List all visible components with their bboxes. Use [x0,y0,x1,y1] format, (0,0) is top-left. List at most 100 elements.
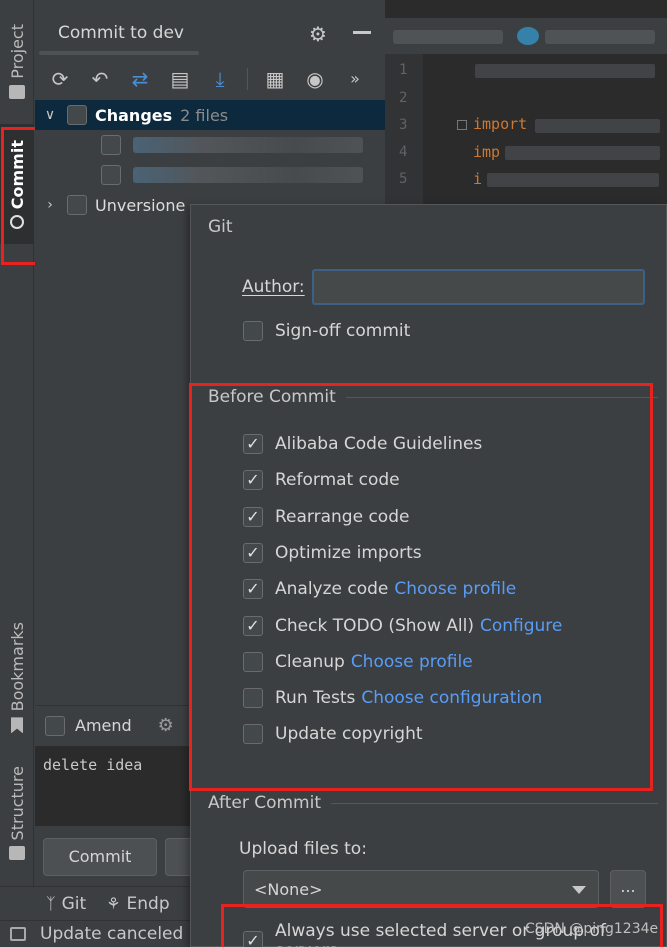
before-commit-option-label: Rearrange code [275,507,410,527]
before-commit-checkbox[interactable] [243,470,263,490]
amend-checkbox[interactable] [45,715,65,736]
line-number: 1 [399,62,408,78]
eye-icon[interactable]: ◉ [302,62,328,96]
code-redacted [535,119,660,133]
group-by-icon[interactable]: ▦ [262,62,288,96]
editor-tab-redacted[interactable] [393,30,503,44]
before-commit-option[interactable]: Check TODO (Show All) Configure [243,616,562,636]
upload-server-select[interactable]: <None> [243,870,599,908]
tool-tab-project-label: Project [7,24,27,79]
before-commit-option-label: Reformat code [275,470,400,490]
upload-selected-value: <None> [254,879,323,899]
signoff-option[interactable]: Sign-off commit [243,321,410,341]
file-name-redacted [133,137,363,153]
commit-button[interactable]: Commit [43,838,157,876]
before-commit-checkbox[interactable] [243,579,263,599]
watermark: CSDN @ping1234e [525,921,659,937]
before-commit-checkbox[interactable] [243,688,263,708]
line-number: 2 [399,90,408,106]
commit-icon [10,215,24,230]
before-commit-option-label: Update copyright [275,724,423,744]
more-icon[interactable]: » [342,62,368,96]
changed-file-row[interactable] [35,160,385,190]
code-line-4: imp [473,143,501,161]
commit-toolbar: ⟳ ↶ ⇄ ▤ ⤓ ▦ ◉ » [35,62,385,96]
before-commit-option[interactable]: Rearrange code [243,507,409,527]
before-commit-option-link[interactable]: Choose profile [351,652,473,672]
line-number: 3 [399,117,408,133]
diff-icon[interactable]: ⇄ [127,62,153,96]
rollback-icon[interactable]: ↶ [87,62,113,96]
git-tool-label: Git [61,893,87,914]
before-commit-option-link[interactable]: Choose configuration [361,688,542,708]
commit-panel-header: Commit to dev ⚙ [35,14,385,55]
tool-tab-bookmarks[interactable]: Bookmarks [0,622,34,734]
before-commit-option[interactable]: Alibaba Code Guidelines [243,434,482,454]
code-line-3: import [473,115,528,133]
editor-tab-redacted[interactable] [545,30,655,44]
unversioned-label: Unversione [95,195,186,215]
before-commit-option-label: Alibaba Code Guidelines [275,434,483,454]
author-input[interactable] [312,269,645,305]
before-commit-option[interactable]: Run Tests Choose configuration [243,688,542,708]
before-commit-section-title: Before Commit [208,387,658,407]
before-commit-option[interactable]: Update copyright [243,724,423,744]
changes-checkbox[interactable] [67,105,87,125]
after-commit-label: After Commit [208,793,322,813]
before-commit-option-link[interactable]: Configure [480,616,562,636]
before-commit-option[interactable]: Analyze codeChoose profile [243,579,516,599]
before-commit-checkbox[interactable] [243,434,263,454]
code-line-5: i [473,170,483,188]
before-commit-option[interactable]: Reformat code [243,470,400,490]
line-number: 4 [399,144,408,160]
chevron-right-icon[interactable]: › [43,197,57,213]
tool-tab-commit[interactable]: Commit [0,124,34,244]
commit-options-popup: Git Author: Sign-off commit Before Commi… [190,204,667,947]
changes-label: Changes [95,105,173,125]
amend-label: Amend [75,716,132,735]
browse-servers-button[interactable]: ... [610,870,646,908]
before-commit-checkbox[interactable] [243,616,263,636]
tool-tab-structure[interactable]: Structure [0,766,34,861]
before-commit-option[interactable]: Optimize imports [243,543,422,563]
code-redacted [487,173,659,187]
before-commit-label: Before Commit [208,387,336,407]
unversioned-checkbox[interactable] [67,195,87,215]
file-checkbox[interactable] [101,135,121,155]
before-commit-checkbox[interactable] [243,724,263,744]
chevron-down-icon[interactable]: ∨ [43,107,57,123]
file-checkbox[interactable] [101,165,121,185]
endpoints-tool-button[interactable]: ⚘ Endp [106,894,169,914]
always-use-checkbox[interactable] [243,931,263,947]
upload-files-label: Upload files to: [239,839,367,859]
gear-icon[interactable]: ⚙ [158,715,174,736]
before-commit-option-label: Cleanup [275,652,345,672]
tool-tab-project[interactable]: Project [0,24,34,99]
tool-tab-commit-label: Commit [7,140,27,210]
panel-title-underline [39,51,199,55]
tool-tab-bookmarks-label: Bookmarks [7,622,27,712]
commit-panel-title: Commit to dev [58,23,184,43]
minimize-icon[interactable] [353,31,371,34]
before-commit-option-label: Analyze code [275,579,389,599]
code-redacted [505,146,660,160]
before-commit-option-link[interactable]: Choose profile [394,579,516,599]
before-commit-option-label: Optimize imports [275,543,422,563]
before-commit-option[interactable]: Cleanup Choose profile [243,652,473,672]
editor-tab-bar [385,18,667,54]
changelist-changes[interactable]: ∨ Changes 2 files [35,100,385,130]
git-tool-button[interactable]: ᛉ Git [46,894,86,914]
changed-file-row[interactable] [35,130,385,160]
git-section-title: Git [208,217,658,237]
before-commit-checkbox[interactable] [243,543,263,563]
gear-icon[interactable]: ⚙ [309,22,327,46]
shelve-icon[interactable]: ▤ [167,62,193,96]
signoff-checkbox[interactable] [243,321,263,341]
status-window-icon[interactable] [10,927,26,941]
refresh-icon[interactable]: ⟳ [47,62,73,96]
endpoints-icon: ⚘ [106,894,121,913]
file-name-redacted [133,167,363,183]
before-commit-checkbox[interactable] [243,652,263,672]
download-icon[interactable]: ⤓ [207,62,233,96]
before-commit-checkbox[interactable] [243,507,263,527]
